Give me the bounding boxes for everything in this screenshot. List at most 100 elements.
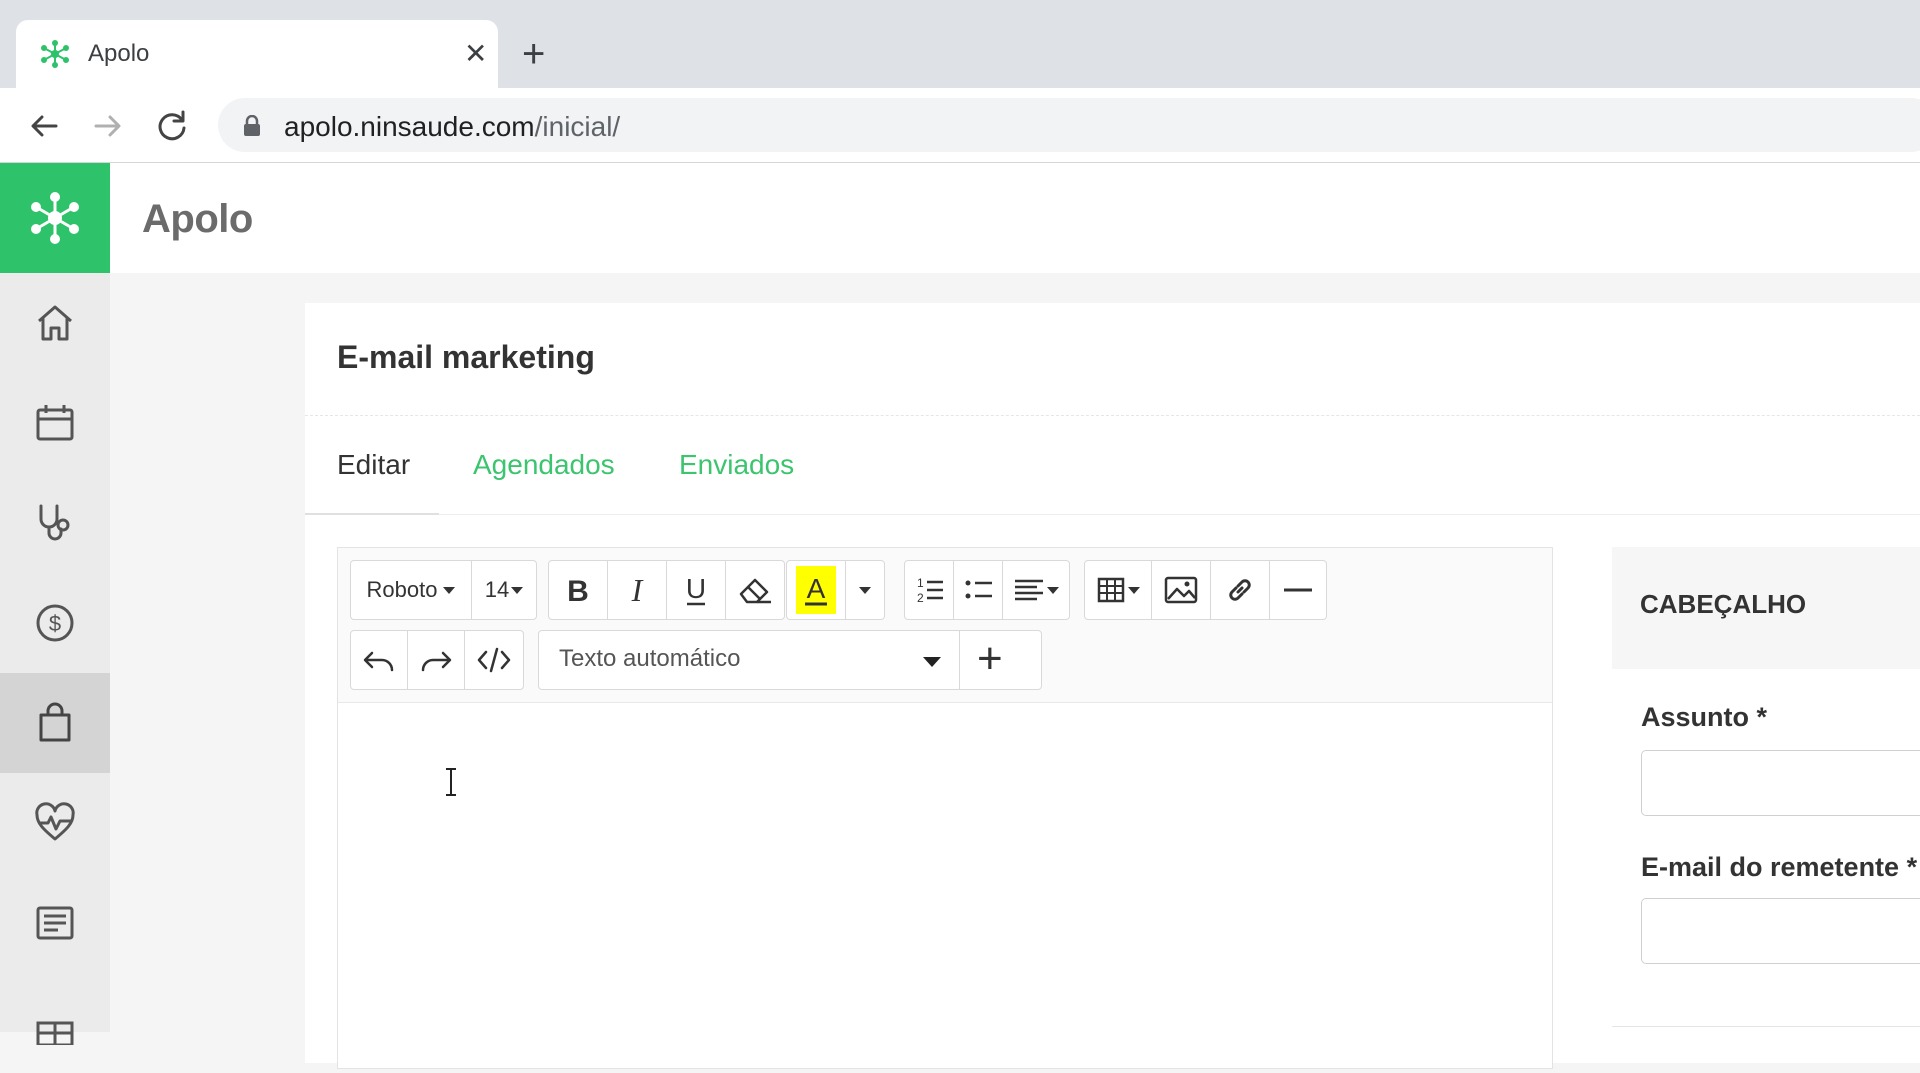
svg-text:I: I [631,575,644,605]
highlight-swatch: A [796,566,836,614]
sidebar-item-sales[interactable] [0,673,110,773]
subject-input[interactable] [1641,750,1920,816]
sidebar-item-health[interactable] [0,773,110,873]
font-group: Roboto 14 [350,560,537,620]
font-color-icon: A [796,566,836,614]
sender-email-label: E-mail do remetente * [1641,852,1918,882]
reload-icon[interactable] [152,106,192,146]
italic-button[interactable]: I [608,561,667,619]
forward-arrow-icon[interactable] [88,106,128,146]
svg-text:A: A [807,573,826,604]
sidebar: $ [0,273,110,1045]
underline-icon: U [686,574,706,606]
address-bar[interactable]: apolo.ninsaude.com/inicial/ [218,98,1920,152]
unordered-list-button[interactable] [954,561,1003,619]
font-color-dropdown[interactable] [846,561,884,619]
clear-format-button[interactable] [726,561,784,619]
svg-text:B: B [567,575,589,605]
svg-text:1: 1 [917,576,924,590]
chevron-down-icon [859,586,871,594]
code-view-button[interactable] [465,631,523,689]
font-size-dropdown[interactable]: 14 [472,561,536,619]
insert-image-button[interactable] [1152,561,1211,619]
shopping-bag-icon [39,702,71,742]
sidebar-item-finance[interactable]: $ [0,573,110,673]
tab-editar[interactable]: Editar [337,449,410,481]
select-separator [959,631,960,689]
underline-button[interactable]: U [667,561,726,619]
browser-tabstrip: Apolo ✕ + [0,0,1920,88]
link-icon [1229,579,1251,601]
stethoscope-icon [39,504,70,541]
redo-icon [421,651,452,672]
font-family-dropdown[interactable]: Roboto [351,561,472,619]
active-tab-indicator [305,513,439,515]
chevron-down-icon [1128,586,1140,594]
url-text[interactable]: apolo.ninsaude.com/inicial/ [284,111,620,143]
app-header: Apolo [0,163,1920,273]
url-path: /inicial/ [534,111,621,142]
insert-link-button[interactable] [1211,561,1270,619]
bold-icon: B [567,575,589,605]
svg-text:2: 2 [917,591,924,605]
chevron-down-icon [443,586,456,594]
tab-agendados[interactable]: Agendados [473,449,615,481]
bold-button[interactable]: B [549,561,608,619]
history-group [350,630,524,690]
chevron-down-icon [923,657,941,667]
sender-email-input[interactable] [1641,898,1920,964]
align-dropdown[interactable] [1003,561,1069,619]
align-icon [1015,579,1043,601]
new-tab-button[interactable]: + [522,34,545,74]
italic-icon: I [631,575,644,605]
sidebar-item-clinical[interactable] [0,473,110,573]
url-host: apolo.ninsaude.com [284,111,535,142]
grid-icon [36,1021,74,1045]
browser-tab-title: Apolo [88,40,150,67]
apolo-favicon-icon [41,40,69,68]
heart-pulse-icon [35,802,75,841]
table-icon [1097,577,1125,603]
image-icon [1164,576,1198,604]
calendar-icon [36,405,74,441]
svg-text:U: U [686,574,706,604]
add-auto-text-button[interactable]: + [977,635,1003,683]
style-group: B I U [548,560,785,620]
sidebar-item-home[interactable] [0,273,110,373]
svg-text:$: $ [49,611,61,636]
unordered-list-icon [965,580,992,599]
tabs-divider [439,514,1920,515]
ordered-list-button[interactable]: 12 [905,561,954,619]
browser-toolbar: apolo.ninsaude.com/inicial/ [0,88,1920,163]
header-section: CABEÇALHO [1612,547,1920,669]
auto-text-select[interactable]: Texto automático + [538,630,1042,690]
chevron-down-icon [1047,586,1059,594]
subject-label: Assunto * [1641,702,1768,732]
horizontal-rule-button[interactable] [1270,561,1326,619]
app-title: Apolo [142,197,253,241]
tab-close-icon[interactable]: ✕ [464,38,487,70]
dollar-icon: $ [36,604,74,642]
page-title: E-mail marketing [337,339,595,375]
ordered-list-icon: 12 [917,576,943,605]
editor-content-area[interactable] [338,703,1552,1068]
undo-button[interactable] [351,631,408,689]
lock-icon[interactable] [242,115,262,137]
horizontal-rule-icon [1284,588,1312,592]
sidebar-item-modules[interactable] [0,973,110,1073]
font-color-button[interactable]: A [787,561,846,619]
insert-group [1084,560,1327,620]
table-dropdown[interactable] [1085,561,1152,619]
back-arrow-icon[interactable] [24,106,64,146]
editor-toolbar: Roboto 14 B I U A 1 2 Texto automático + [338,548,1552,703]
report-icon [36,906,74,940]
undo-icon [363,651,394,672]
tab-enviados[interactable]: Enviados [679,449,794,481]
sidebar-item-reports[interactable] [0,873,110,973]
redo-button[interactable] [408,631,465,689]
sidebar-item-calendar[interactable] [0,373,110,473]
app-logo[interactable] [0,163,110,273]
browser-tab[interactable]: Apolo ✕ [16,20,498,88]
list-group: 12 [904,560,1070,620]
chevron-down-icon [511,586,524,594]
